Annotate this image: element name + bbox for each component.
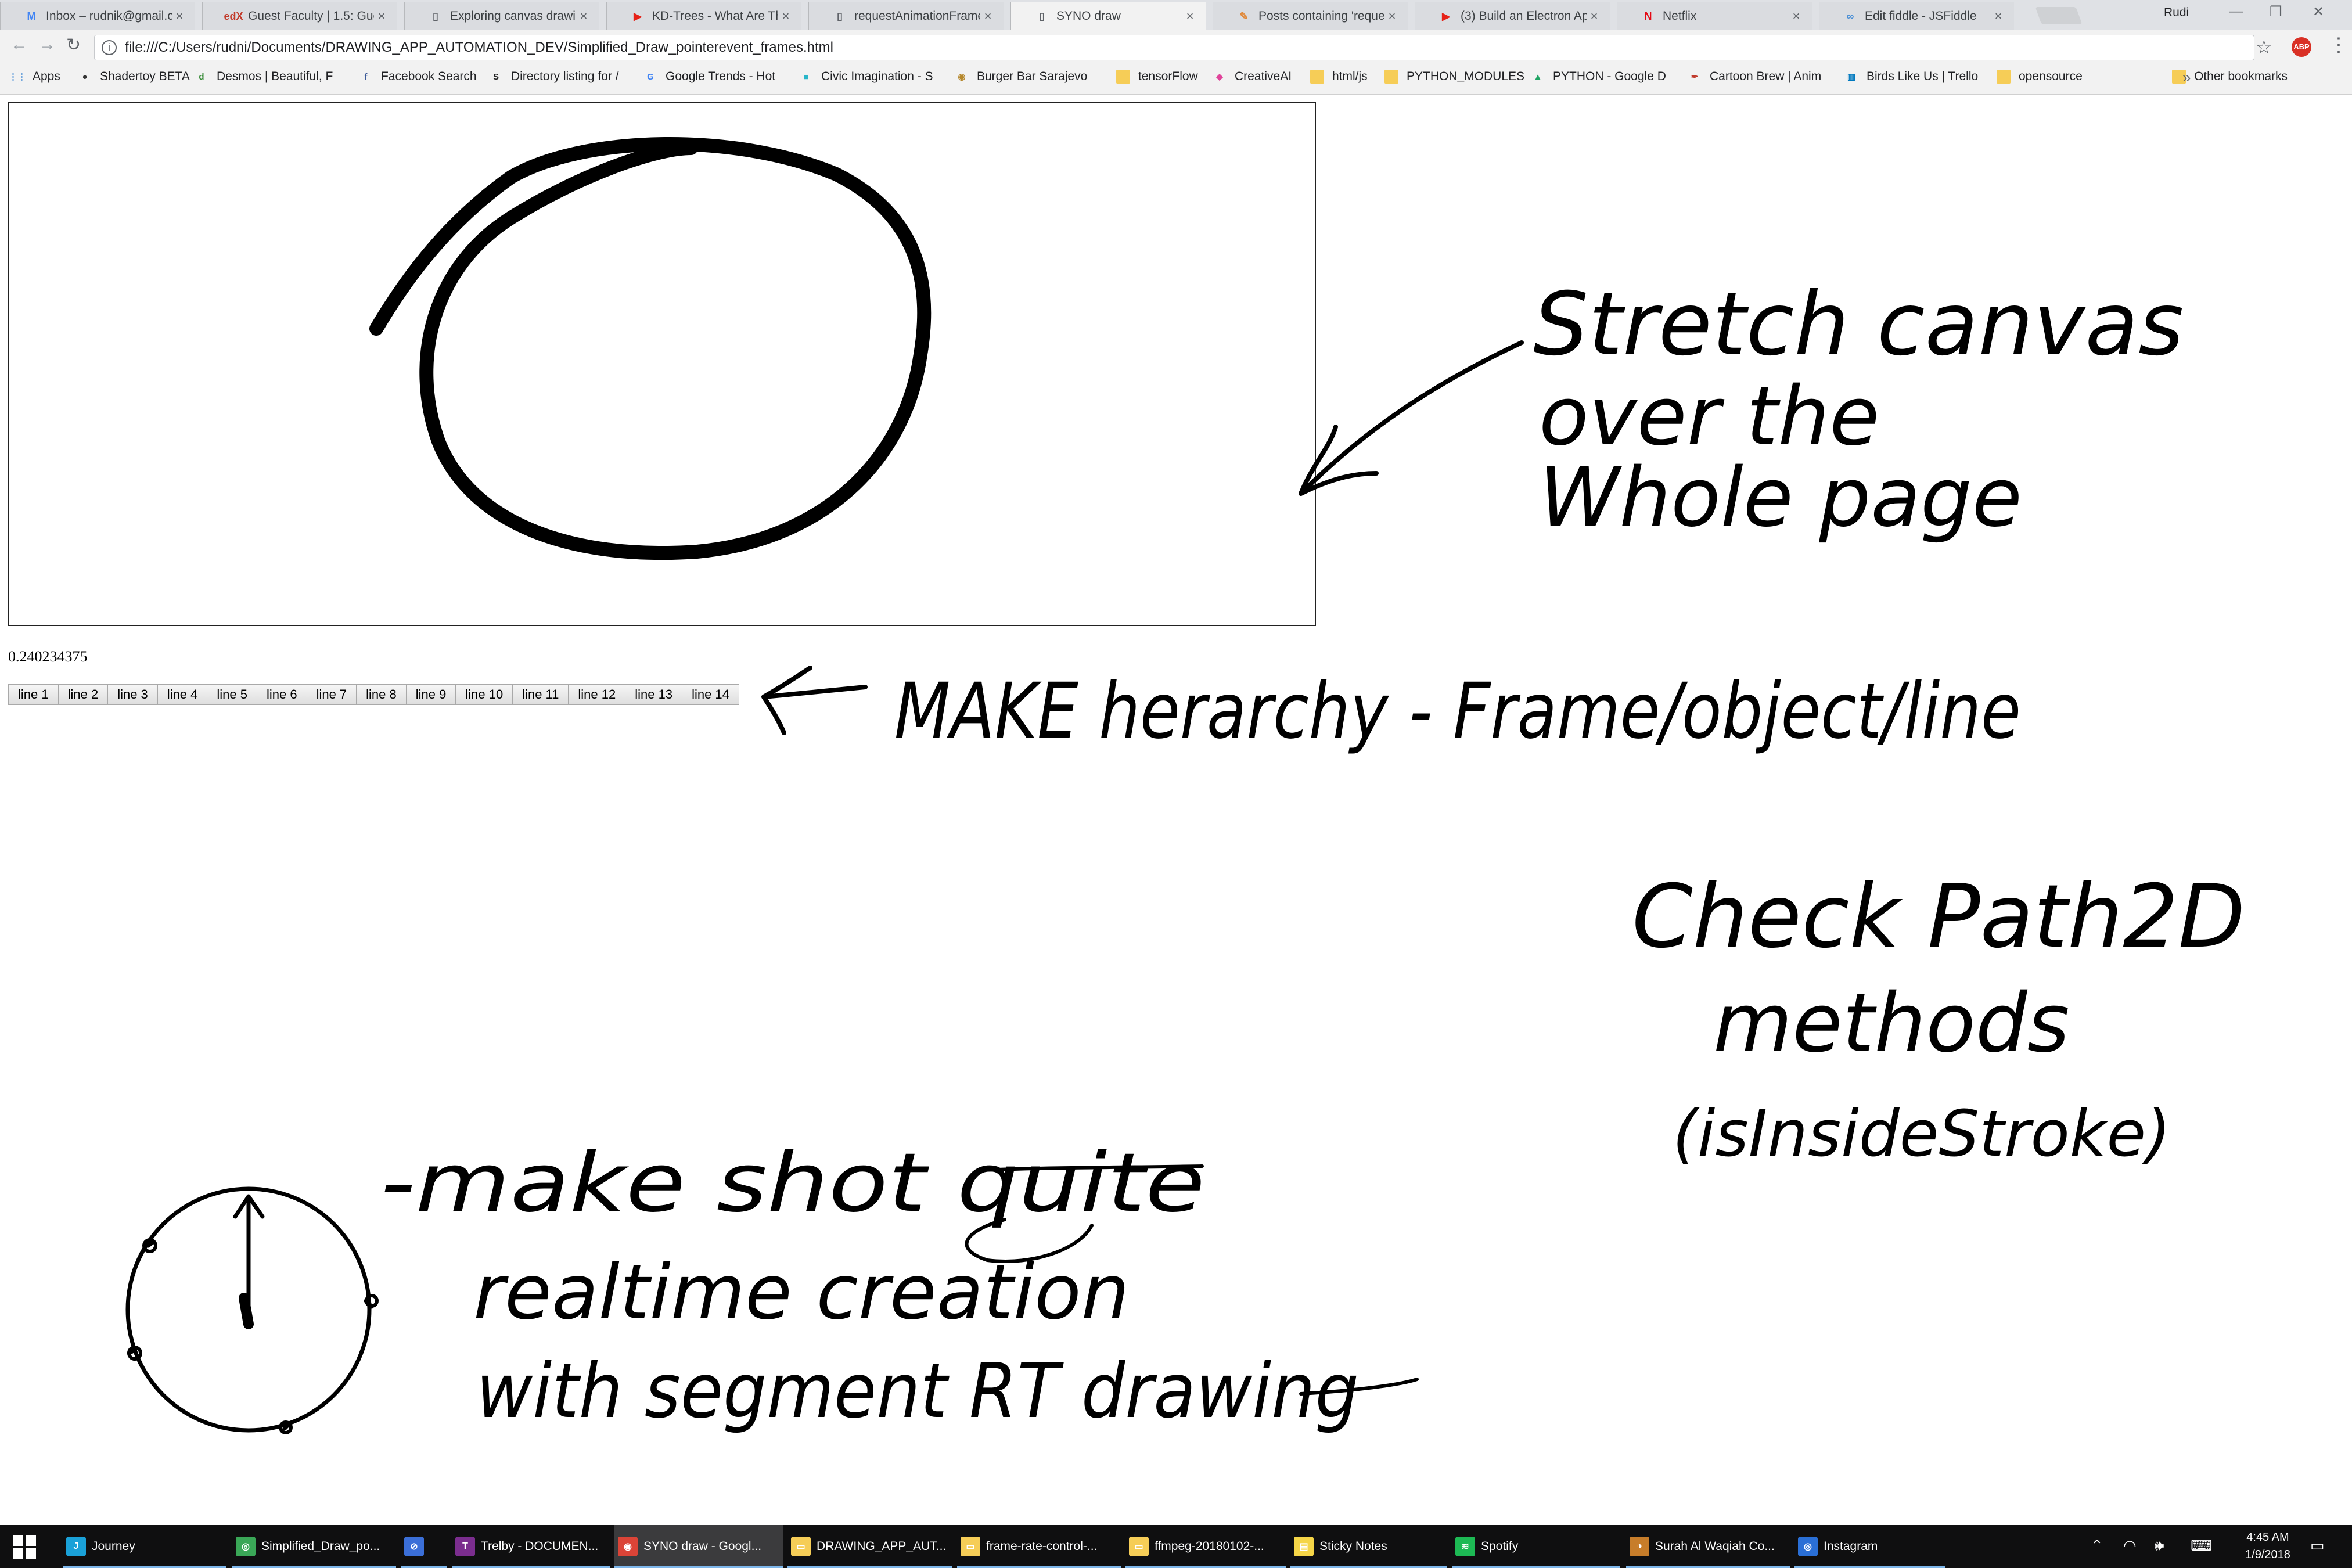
taskbar-item[interactable]: ⊘	[401, 1525, 447, 1568]
show-hidden-icons-icon[interactable]: ⌃	[2091, 1537, 2103, 1555]
taskbar-label: SYNO draw - Googl...	[643, 1540, 762, 1553]
taskbar-label: Simplified_Draw_po...	[261, 1540, 380, 1553]
taskbar-label: Spotify	[1481, 1540, 1519, 1553]
instagram-icon: ◎	[1798, 1537, 1818, 1556]
volume-icon[interactable]: 🕪	[2155, 1537, 2164, 1555]
running-indicator	[232, 1566, 396, 1568]
running-indicator	[1626, 1566, 1790, 1568]
running-indicator	[787, 1566, 952, 1568]
taskbar-item[interactable]: ▭ ffmpeg-20180102-...	[1125, 1525, 1286, 1568]
taskbar-item[interactable]: ▭ frame-rate-control-...	[957, 1525, 1121, 1568]
handwritten-annotations: Stretch canvas over the Whole page MAKE …	[125, 136, 2245, 1435]
note-realtime-line2: realtime creation	[473, 1248, 1130, 1336]
running-indicator	[957, 1566, 1121, 1568]
note-path2d-line2: methods	[1713, 976, 2070, 1071]
arrow-to-canvas	[1299, 340, 1524, 496]
note-realtime-line3: with segment RT drawing	[476, 1347, 1359, 1435]
taskbar-item[interactable]: ◑ Surah Al Waqiah Co...	[1626, 1525, 1790, 1568]
arrow-to-line-buttons	[761, 666, 868, 735]
taskbar-item[interactable]: ▤ Sticky Notes	[1290, 1525, 1447, 1568]
journey-icon: J	[66, 1537, 86, 1556]
keyboard-icon[interactable]: ⌨	[2191, 1537, 2213, 1555]
running-indicator	[1452, 1566, 1620, 1568]
folder-icon: ▭	[961, 1537, 980, 1556]
sticky-notes-icon: ▤	[1294, 1537, 1314, 1556]
note-hierarchy: MAKE herarchy - Frame/object/line	[894, 667, 2021, 756]
running-indicator	[614, 1566, 783, 1568]
taskbar: ⌃ ◠ 🕪 ⌨ 4:45 AM 1/9/2018 ▭ J Journey ◎ Simp…	[0, 1525, 2352, 1568]
taskbar-label: ffmpeg-20180102-...	[1155, 1540, 1264, 1553]
surah-icon: ◑	[1630, 1537, 1649, 1556]
taskbar-label: Trelby - DOCUMEN...	[481, 1540, 599, 1553]
folder-icon: ▭	[1129, 1537, 1149, 1556]
taskbar-label: DRAWING_APP_AUT...	[817, 1540, 947, 1553]
taskbar-label: Journey	[92, 1540, 135, 1553]
other-bookmarks-label: Other bookmarks	[2194, 70, 2288, 83]
compass-icon: ⊘	[404, 1537, 424, 1556]
clock-time: 4:45 AM	[2246, 1531, 2289, 1544]
wifi-icon[interactable]: ◠	[2123, 1537, 2137, 1555]
taskbar-item[interactable]: ◎ Instagram	[1794, 1525, 1945, 1568]
system-clock[interactable]: 4:45 AM 1/9/2018	[2242, 1529, 2294, 1563]
taskbar-label: Surah Al Waqiah Co...	[1655, 1540, 1775, 1553]
bookmarks-overflow-icon[interactable]: »	[2182, 69, 2191, 87]
chrome-icon: ◉	[618, 1537, 638, 1556]
taskbar-item[interactable]: T Trelby - DOCUMEN...	[452, 1525, 610, 1568]
notifications-icon[interactable]: ▭	[2310, 1537, 2325, 1555]
running-indicator	[1290, 1566, 1447, 1568]
taskbar-item[interactable]: ▭ DRAWING_APP_AUT...	[787, 1525, 952, 1568]
chrome-file-icon: ◎	[236, 1537, 256, 1556]
taskbar-item[interactable]: ≋ Spotify	[1452, 1525, 1620, 1568]
clock-date: 1/9/2018	[2245, 1548, 2290, 1561]
running-indicator	[1125, 1566, 1286, 1568]
folder-icon: ▭	[791, 1537, 811, 1556]
trelby-icon: T	[455, 1537, 475, 1556]
note-stretch-line1: Stretch canvas	[1533, 274, 2184, 375]
note-realtime-line1: -make shot quite	[380, 1136, 1205, 1231]
note-path2d-line1: Check Path2D	[1632, 866, 2245, 968]
running-indicator	[452, 1566, 610, 1568]
spotify-icon: ≋	[1455, 1537, 1475, 1556]
note-path2d-line3: (isInsideStroke)	[1673, 1096, 2171, 1171]
note-stretch-line2: over the	[1539, 369, 1879, 464]
canvas-drawn-ellipse	[369, 136, 932, 560]
note-stretch-line3: Whole page	[1539, 451, 2022, 545]
taskbar-item[interactable]: ◉ SYNO draw - Googl...	[614, 1525, 783, 1568]
taskbar-label: frame-rate-control-...	[986, 1540, 1098, 1553]
running-indicator	[63, 1566, 226, 1568]
start-button[interactable]	[13, 1535, 36, 1559]
running-indicator	[401, 1566, 447, 1568]
taskbar-item[interactable]: ◎ Simplified_Draw_po...	[232, 1525, 396, 1568]
taskbar-item[interactable]: J Journey	[63, 1525, 226, 1568]
running-indicator	[1794, 1566, 1945, 1568]
taskbar-label: Sticky Notes	[1319, 1540, 1387, 1553]
taskbar-label: Instagram	[1824, 1540, 1878, 1553]
